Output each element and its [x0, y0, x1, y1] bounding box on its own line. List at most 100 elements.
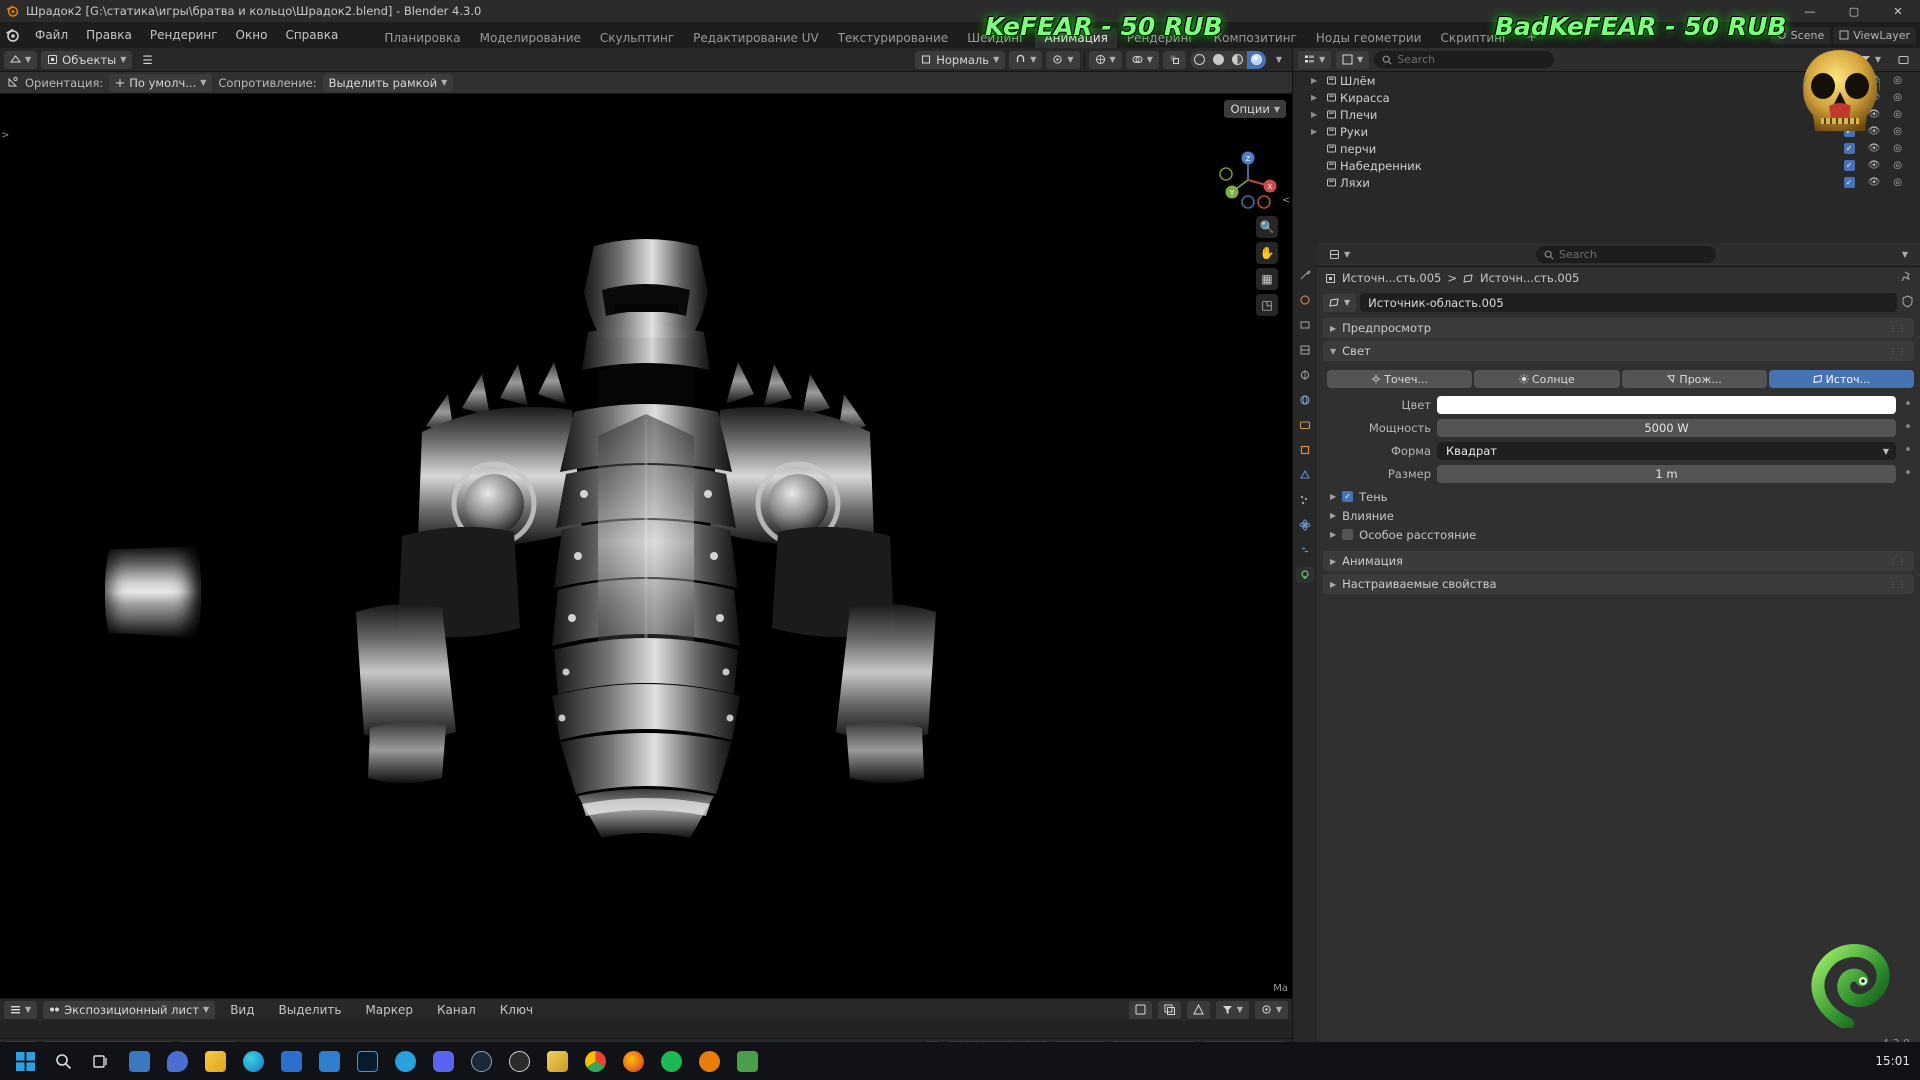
outliner-row-lyakhi[interactable]: Ляхи ✓ 👁 ◎: [1293, 174, 1920, 191]
camera-view-icon[interactable]: ▦: [1256, 268, 1278, 290]
orientation-value-dropdown[interactable]: По умолч... ▼: [109, 74, 212, 92]
properties-tab-physics[interactable]: [1296, 517, 1314, 533]
proportional-editing-toggle[interactable]: ▼: [1046, 51, 1079, 69]
taskbar-vscode-icon[interactable]: [310, 1042, 348, 1080]
taskbar-obs-icon[interactable]: [500, 1042, 538, 1080]
sidebar-expand-arrow[interactable]: <: [1282, 190, 1292, 210]
dopesheet-filter-button[interactable]: ▼: [1216, 1001, 1249, 1019]
viewport-menus-collapsed[interactable]: ☰: [136, 51, 158, 69]
subpanel-influence-row[interactable]: ▶ Влияние: [1327, 506, 1914, 525]
taskbar-unity-icon[interactable]: [728, 1042, 766, 1080]
shadow-checkbox[interactable]: ✓: [1342, 491, 1353, 502]
workspace-tab-sculpting[interactable]: Скульптинг: [591, 28, 683, 48]
menu-help[interactable]: Справка: [276, 22, 347, 48]
expand-chevron-icon[interactable]: ▶: [1311, 93, 1322, 102]
panel-light-header[interactable]: ▼ Свет ⋮⋮: [1323, 341, 1914, 361]
taskbar-discord-icon[interactable]: [424, 1042, 462, 1080]
light-type-area-button[interactable]: Источ...: [1769, 370, 1914, 388]
expand-chevron-icon[interactable]: ▶: [1311, 110, 1322, 119]
dopesheet-menu-marker[interactable]: Маркер: [356, 997, 422, 1023]
editor-type-selector[interactable]: ▼: [4, 51, 37, 69]
dopesheet-menu-view[interactable]: Вид: [221, 997, 263, 1023]
taskbar-folder-icon[interactable]: [538, 1042, 576, 1080]
snap-toggle[interactable]: ▼: [1009, 51, 1042, 69]
properties-editor-type-selector[interactable]: ▼: [1323, 246, 1356, 264]
resistance-value-dropdown[interactable]: Выделить рамкой ▼: [323, 74, 454, 92]
menu-render[interactable]: Рендеринг: [141, 22, 227, 48]
camera-icon[interactable]: ◎: [1893, 143, 1902, 154]
subpanel-custom-distance-row[interactable]: ▶ Особое расстояние: [1327, 525, 1914, 544]
properties-tab-tool[interactable]: [1296, 267, 1314, 283]
camera-icon[interactable]: ◎: [1893, 92, 1902, 103]
maximize-button[interactable]: ▢: [1832, 0, 1876, 22]
light-type-point-button[interactable]: Точеч...: [1327, 370, 1472, 388]
properties-tab-data-light[interactable]: [1296, 567, 1314, 583]
minimize-button[interactable]: —: [1788, 0, 1832, 22]
breadcrumb-data[interactable]: Источн...сть.005: [1480, 271, 1579, 285]
subpanel-shadow-row[interactable]: ▶ ✓ Тень: [1327, 487, 1914, 506]
dopesheet-menu-select[interactable]: Выделить: [270, 997, 351, 1023]
taskbar-chat-icon[interactable]: [158, 1042, 196, 1080]
properties-tab-modifiers[interactable]: [1296, 467, 1314, 483]
panel-animation-header[interactable]: ▶ Анимация ⋮⋮: [1323, 551, 1914, 571]
light-size-field[interactable]: 1 m: [1437, 465, 1896, 483]
outliner-row-perchi[interactable]: перчи ✓ 👁 ◎: [1293, 140, 1920, 157]
dopesheet-proportional-button[interactable]: ▼: [1255, 1001, 1288, 1019]
transform-orientation-selector[interactable]: Нормаль ▼: [915, 51, 1005, 69]
blender-logo-icon[interactable]: [0, 22, 26, 48]
properties-tab-particles[interactable]: [1296, 492, 1314, 508]
dopesheet-menu-channel[interactable]: Канал: [428, 997, 485, 1023]
interaction-mode-selector[interactable]: Объекты ▼: [41, 51, 132, 69]
outliner-editor-type-selector[interactable]: ▼: [1298, 51, 1331, 69]
taskbar-photoshop-icon[interactable]: [348, 1042, 386, 1080]
dopesheet-new-action-button[interactable]: [1129, 1001, 1152, 1019]
properties-tab-view-layer[interactable]: [1296, 342, 1314, 358]
dopesheet-warning-button[interactable]: [1187, 1001, 1210, 1019]
properties-tab-output[interactable]: [1296, 317, 1314, 333]
dopesheet-mode-selector[interactable]: Экспозиционный лист ▼: [43, 1001, 215, 1019]
workspace-tab-uv-editing[interactable]: Редактирование UV: [684, 28, 828, 48]
light-type-spot-button[interactable]: Прож...: [1622, 370, 1767, 388]
close-button[interactable]: ✕: [1876, 0, 1920, 22]
xray-toggle[interactable]: [1163, 51, 1186, 69]
properties-tab-constraints[interactable]: [1296, 542, 1314, 558]
panel-preview-header[interactable]: ▶ Предпросмотр ⋮⋮: [1323, 318, 1914, 338]
camera-icon[interactable]: ◎: [1893, 109, 1902, 120]
windows-start-icon[interactable]: [6, 1042, 44, 1080]
light-shape-dropdown[interactable]: Квадрат ▼: [1437, 442, 1896, 460]
ortho-perspective-icon[interactable]: ◳: [1256, 294, 1278, 316]
taskbar-spotify-icon[interactable]: [652, 1042, 690, 1080]
custom-distance-checkbox[interactable]: [1342, 529, 1353, 540]
taskbar-explorer-icon[interactable]: [196, 1042, 234, 1080]
expand-chevron-icon[interactable]: ▶: [1311, 76, 1322, 85]
outliner-search-input[interactable]: Search: [1374, 51, 1554, 68]
camera-icon[interactable]: ◎: [1893, 177, 1902, 188]
zoom-icon[interactable]: 🔍: [1256, 216, 1278, 238]
taskbar-chrome-icon[interactable]: [576, 1042, 614, 1080]
3d-viewport[interactable]: > Опции ▼ <: [0, 94, 1292, 998]
menu-edit[interactable]: Правка: [77, 22, 141, 48]
taskbar-widgets-icon[interactable]: [120, 1042, 158, 1080]
expand-chevron-icon[interactable]: ▶: [1311, 127, 1322, 136]
breadcrumb-object[interactable]: Источн...сть.005: [1342, 271, 1441, 285]
properties-tab-render[interactable]: [1296, 292, 1314, 308]
pin-id-icon[interactable]: [1901, 271, 1912, 285]
taskbar-edge-icon[interactable]: [234, 1042, 272, 1080]
viewport-overlays-toggle[interactable]: ▼: [1126, 51, 1159, 69]
viewport-gizmos-toggle[interactable]: ▼: [1089, 51, 1122, 69]
shading-material-preview-button[interactable]: [1228, 51, 1247, 69]
fake-user-shield-icon[interactable]: [1901, 295, 1914, 311]
light-datablock-browse-button[interactable]: ▼: [1323, 294, 1356, 312]
taskbar-firefox-icon[interactable]: [614, 1042, 652, 1080]
camera-icon[interactable]: ◎: [1893, 75, 1902, 86]
navigation-gizmo[interactable]: X Y Z: [1218, 150, 1278, 210]
checkbox-icon[interactable]: ✓: [1844, 177, 1855, 188]
taskbar-telegram-icon[interactable]: [386, 1042, 424, 1080]
menu-file[interactable]: Файл: [26, 22, 77, 48]
viewport-options-button[interactable]: Опции ▼: [1224, 100, 1286, 118]
workspace-tab-layout[interactable]: Планировка: [375, 28, 469, 48]
light-color-swatch[interactable]: [1437, 396, 1896, 414]
workspace-tab-texture-paint[interactable]: Текстурирование: [829, 28, 957, 48]
light-type-sun-button[interactable]: Солнце: [1474, 370, 1619, 388]
camera-icon[interactable]: ◎: [1893, 160, 1902, 171]
